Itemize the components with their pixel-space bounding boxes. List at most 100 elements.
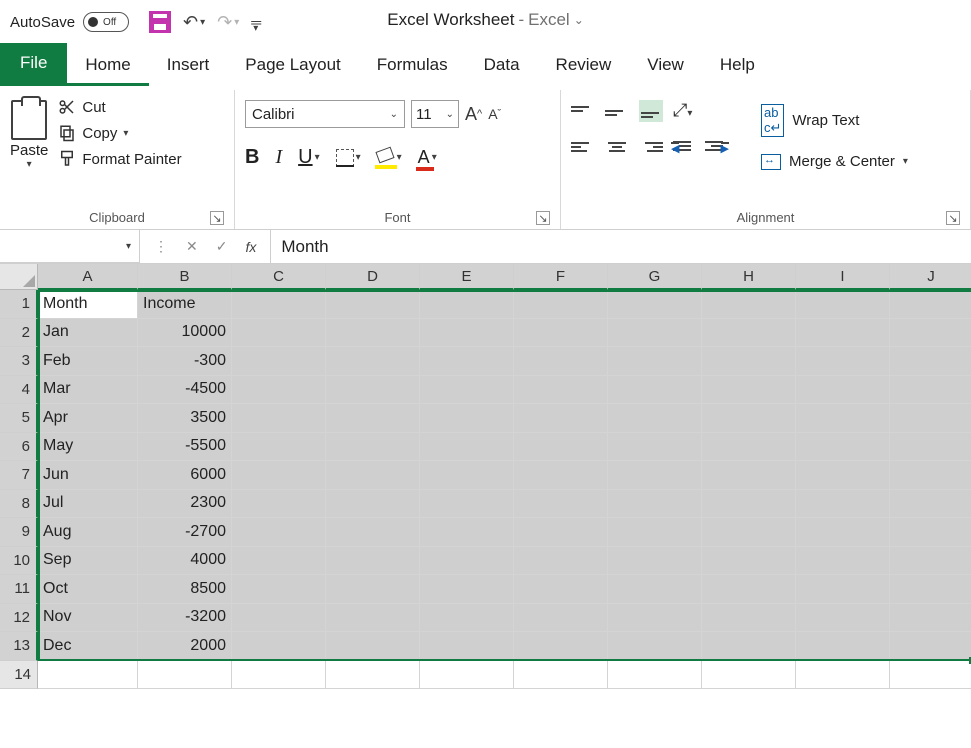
align-left-button[interactable] xyxy=(571,136,595,158)
tab-help[interactable]: Help xyxy=(702,45,773,86)
row-header[interactable]: 3 xyxy=(0,347,38,376)
cell[interactable] xyxy=(890,661,971,690)
column-header[interactable]: I xyxy=(796,264,890,290)
column-header[interactable]: B xyxy=(138,264,232,290)
borders-button[interactable]: ▾ xyxy=(336,149,361,167)
column-header[interactable]: J xyxy=(890,264,971,290)
row-header[interactable]: 11 xyxy=(0,575,38,604)
increase-indent-button[interactable]: ▶ xyxy=(705,136,727,156)
cell[interactable] xyxy=(420,461,514,490)
cell[interactable] xyxy=(420,661,514,690)
chevron-down-icon[interactable]: ▾ xyxy=(356,152,361,163)
cell[interactable] xyxy=(796,604,890,633)
cell[interactable] xyxy=(420,319,514,348)
column-header[interactable]: A xyxy=(38,264,138,290)
cells-area[interactable]: MonthIncomeJan10000Feb-300Mar-4500Apr350… xyxy=(38,290,971,689)
cell[interactable] xyxy=(796,290,890,319)
cell[interactable] xyxy=(232,404,326,433)
cell[interactable] xyxy=(702,490,796,519)
cell[interactable]: Income xyxy=(138,290,232,319)
cell[interactable] xyxy=(890,632,971,661)
cut-button[interactable]: Cut xyxy=(58,98,181,116)
cell[interactable] xyxy=(232,290,326,319)
cell[interactable] xyxy=(326,347,420,376)
tab-review[interactable]: Review xyxy=(538,45,630,86)
cell[interactable] xyxy=(608,575,702,604)
cell[interactable] xyxy=(608,490,702,519)
cell[interactable] xyxy=(420,347,514,376)
row-header[interactable]: 12 xyxy=(0,604,38,633)
cell[interactable] xyxy=(796,461,890,490)
cell[interactable] xyxy=(890,404,971,433)
cell[interactable] xyxy=(890,376,971,405)
undo-button[interactable]: ↶▾ xyxy=(183,12,205,33)
underline-button[interactable]: U▾ xyxy=(298,146,319,169)
cell[interactable] xyxy=(326,404,420,433)
cell[interactable]: Feb xyxy=(38,347,138,376)
merge-center-button[interactable]: Merge & Center ▾ xyxy=(761,153,908,170)
cell[interactable] xyxy=(890,433,971,462)
copy-button[interactable]: Copy ▾ xyxy=(58,124,181,142)
cell[interactable] xyxy=(326,490,420,519)
chevron-down-icon[interactable]: ⌄ xyxy=(574,13,584,27)
align-bottom-button[interactable] xyxy=(639,100,663,122)
cell[interactable]: 8500 xyxy=(138,575,232,604)
cell[interactable] xyxy=(326,604,420,633)
cell[interactable] xyxy=(890,490,971,519)
row-header[interactable]: 5 xyxy=(0,404,38,433)
cell[interactable] xyxy=(702,632,796,661)
column-header[interactable]: G xyxy=(608,264,702,290)
cell[interactable] xyxy=(514,347,608,376)
cell[interactable] xyxy=(608,319,702,348)
cell[interactable] xyxy=(796,632,890,661)
cell[interactable]: -300 xyxy=(138,347,232,376)
cell[interactable] xyxy=(796,376,890,405)
column-header[interactable]: H xyxy=(702,264,796,290)
align-top-button[interactable] xyxy=(571,100,595,122)
chevron-down-icon[interactable]: ▾ xyxy=(397,152,402,163)
row-header[interactable]: 9 xyxy=(0,518,38,547)
tab-file[interactable]: File xyxy=(0,43,67,86)
align-middle-button[interactable] xyxy=(605,100,629,122)
cell[interactable] xyxy=(232,547,326,576)
cell[interactable] xyxy=(514,376,608,405)
cell[interactable]: 2000 xyxy=(138,632,232,661)
cell[interactable] xyxy=(326,661,420,690)
cell[interactable] xyxy=(608,433,702,462)
cell[interactable] xyxy=(232,433,326,462)
cell[interactable] xyxy=(890,604,971,633)
more-icon[interactable]: ⋮ xyxy=(154,238,168,255)
cell[interactable] xyxy=(514,518,608,547)
font-name-dropdown[interactable]: Calibri ⌄ xyxy=(245,100,405,128)
tab-home[interactable]: Home xyxy=(67,45,148,86)
cell[interactable]: Mar xyxy=(38,376,138,405)
cell[interactable] xyxy=(796,575,890,604)
enter-icon[interactable]: ✓ xyxy=(216,238,228,255)
cell[interactable] xyxy=(514,319,608,348)
column-header[interactable]: C xyxy=(232,264,326,290)
cell[interactable] xyxy=(232,490,326,519)
cell[interactable] xyxy=(514,575,608,604)
cell[interactable]: -3200 xyxy=(138,604,232,633)
cell[interactable] xyxy=(890,347,971,376)
cell[interactable] xyxy=(702,518,796,547)
cell[interactable]: Aug xyxy=(38,518,138,547)
cell[interactable] xyxy=(796,433,890,462)
row-header[interactable]: 6 xyxy=(0,433,38,462)
row-header[interactable]: 8 xyxy=(0,490,38,519)
tab-formulas[interactable]: Formulas xyxy=(359,45,466,86)
cell[interactable] xyxy=(514,404,608,433)
cell[interactable] xyxy=(326,575,420,604)
cell[interactable] xyxy=(514,290,608,319)
dialog-launcher-icon[interactable]: ↘ xyxy=(536,211,550,225)
cell[interactable] xyxy=(608,547,702,576)
cell[interactable] xyxy=(326,547,420,576)
cell[interactable] xyxy=(326,376,420,405)
cell[interactable] xyxy=(702,433,796,462)
cell[interactable] xyxy=(232,661,326,690)
cell[interactable] xyxy=(420,290,514,319)
cell[interactable]: -4500 xyxy=(138,376,232,405)
cell[interactable] xyxy=(796,547,890,576)
cell[interactable]: 3500 xyxy=(138,404,232,433)
cell[interactable] xyxy=(514,547,608,576)
